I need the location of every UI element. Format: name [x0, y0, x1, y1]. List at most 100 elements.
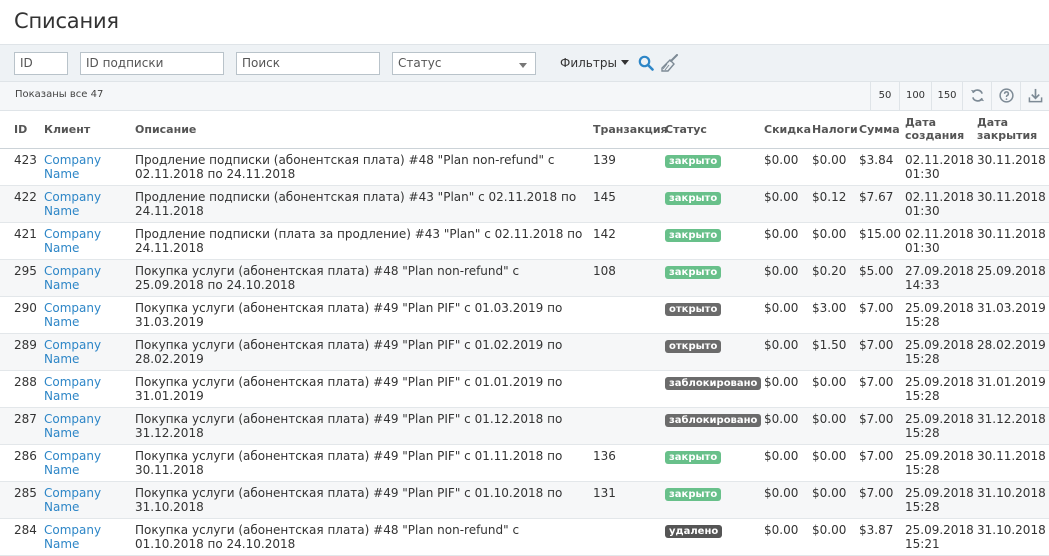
table-row[interactable]: 288 Company Name Покупка услуги (абонентск…: [0, 370, 1049, 408]
page-size-150-button[interactable]: 150: [931, 82, 962, 110]
discount-value: $0.00: [760, 185, 808, 223]
client-link[interactable]: Company Name: [44, 264, 101, 292]
table-row[interactable]: 287 Company Name Покупка услуги (абонентск…: [0, 407, 1049, 445]
discount-value: $0.00: [760, 407, 808, 445]
column-header-amount[interactable]: Сумма: [855, 111, 901, 149]
table-row[interactable]: 421 Company Name Продление подписки (плата…: [0, 222, 1049, 260]
amount-value: $7.00: [855, 444, 901, 482]
created-date: 27.09.2018 14:33: [901, 259, 974, 297]
table-row[interactable]: 290 Company Name Покупка услуги (абонентск…: [0, 296, 1049, 334]
table-row[interactable]: 285 Company Name Покупка услуги (абонентск…: [0, 481, 1049, 519]
client-link[interactable]: Company Name: [44, 153, 101, 181]
charge-description: Покупка услуги (абонентская плата) #49 "…: [131, 407, 589, 445]
column-header-closed[interactable]: Дата закрытия: [973, 111, 1049, 149]
search-input[interactable]: Поиск: [236, 52, 380, 75]
transaction-id: 131: [589, 481, 661, 519]
column-header-client[interactable]: Клиент: [40, 111, 131, 149]
table-row[interactable]: 423 Company Name Продление подписки (абоне…: [0, 148, 1049, 186]
taxes-value: $0.00: [808, 370, 855, 408]
column-header-transaction[interactable]: Транзакция: [589, 111, 668, 149]
taxes-value: $0.00: [808, 518, 855, 556]
column-header-id[interactable]: ID: [0, 111, 40, 149]
caret-down-icon: [620, 60, 629, 65]
closed-date: 30.11.2018: [973, 222, 1049, 260]
client-link[interactable]: Company Name: [44, 301, 101, 329]
closed-date: 25.09.2018: [973, 259, 1049, 297]
taxes-value: $3.00: [808, 296, 855, 334]
column-header-status[interactable]: Статус: [661, 111, 760, 149]
column-header-taxes[interactable]: Налоги: [808, 111, 858, 149]
created-date: 02.11.2018 01:30: [901, 222, 974, 260]
clear-filters-broom-icon[interactable]: [660, 54, 680, 72]
search-icon[interactable]: [638, 55, 654, 71]
charge-description: Покупка услуги (абонентская плата) #49 "…: [131, 333, 589, 371]
status-select[interactable]: Статус: [392, 52, 536, 75]
transaction-id: [589, 407, 661, 445]
charge-description: Покупка услуги (абонентская плата) #48 "…: [131, 518, 589, 556]
created-date: 02.11.2018 01:30: [901, 185, 974, 223]
page-size-100-button[interactable]: 100: [899, 82, 931, 110]
filters-label: Фильтры: [560, 56, 617, 70]
closed-date: 31.10.2018: [973, 481, 1049, 519]
charge-id: 295: [0, 259, 40, 297]
discount-value: $0.00: [760, 333, 808, 371]
table-row[interactable]: 284 Company Name Покупка услуги (абонентск…: [0, 518, 1049, 556]
discount-value: $0.00: [760, 148, 808, 186]
created-date: 25.09.2018 15:28: [901, 333, 974, 371]
taxes-value: $1.50: [808, 333, 855, 371]
charge-description: Продление подписки (абонентская плата) #…: [131, 185, 589, 223]
refresh-icon: [970, 89, 985, 102]
client-link[interactable]: Company Name: [44, 523, 101, 551]
filters-dropdown-button[interactable]: Фильтры: [560, 56, 629, 70]
client-link[interactable]: Company Name: [44, 190, 101, 218]
discount-value: $0.00: [760, 296, 808, 334]
status-badge: закрыто: [665, 265, 722, 279]
taxes-value: $0.00: [808, 222, 855, 260]
amount-value: $7.00: [855, 407, 901, 445]
taxes-value: $0.00: [808, 407, 855, 445]
taxes-value: $0.20: [808, 259, 855, 297]
closed-date: 31.12.2018: [973, 407, 1049, 445]
subscription-id-filter-input[interactable]: ID подписки: [80, 52, 224, 75]
transaction-id: [589, 333, 661, 371]
client-link[interactable]: Company Name: [44, 449, 101, 477]
status-badge: закрыто: [665, 228, 722, 242]
charge-id: 423: [0, 148, 40, 186]
client-link[interactable]: Company Name: [44, 412, 101, 440]
id-filter-input[interactable]: ID: [14, 52, 68, 75]
status-badge: закрыто: [665, 154, 722, 168]
refresh-button[interactable]: [962, 82, 991, 110]
closed-date: 31.03.2019: [973, 296, 1049, 334]
status-badge: открыто: [665, 339, 722, 353]
charge-description: Покупка услуги (абонентская плата) #49 "…: [131, 370, 589, 408]
table-row[interactable]: 422 Company Name Продление подписки (абоне…: [0, 185, 1049, 223]
table-row[interactable]: 289 Company Name Покупка услуги (абонентск…: [0, 333, 1049, 371]
charge-description: Покупка услуги (абонентская плата) #48 "…: [131, 259, 589, 297]
column-header-created[interactable]: Дата создания: [901, 111, 973, 149]
taxes-value: $0.00: [808, 148, 855, 186]
charge-id: 289: [0, 333, 40, 371]
taxes-value: $0.00: [808, 444, 855, 482]
transaction-id: 136: [589, 444, 661, 482]
charge-id: 421: [0, 222, 40, 260]
client-link[interactable]: Company Name: [44, 338, 101, 366]
transaction-id: [589, 296, 661, 334]
client-link[interactable]: Company Name: [44, 375, 101, 403]
column-header-discount[interactable]: Скидка: [760, 111, 811, 149]
client-link[interactable]: Company Name: [44, 486, 101, 514]
charge-id: 285: [0, 481, 40, 519]
help-button[interactable]: [991, 82, 1020, 110]
closed-date: 30.11.2018: [973, 444, 1049, 482]
created-date: 25.09.2018 15:28: [901, 407, 974, 445]
column-header-description[interactable]: Описание: [131, 111, 589, 149]
table-row[interactable]: 295 Company Name Покупка услуги (абонентск…: [0, 259, 1049, 297]
transaction-id: 145: [589, 185, 661, 223]
amount-value: $3.87: [855, 518, 901, 556]
discount-value: $0.00: [760, 370, 808, 408]
charge-id: 287: [0, 407, 40, 445]
table-row[interactable]: 286 Company Name Покупка услуги (абонентск…: [0, 444, 1049, 482]
download-button[interactable]: [1020, 82, 1049, 110]
client-link[interactable]: Company Name: [44, 227, 101, 255]
table-header-row: ID Клиент Описание Транзакция Статус Ски…: [0, 111, 1049, 149]
page-size-50-button[interactable]: 50: [870, 82, 899, 110]
